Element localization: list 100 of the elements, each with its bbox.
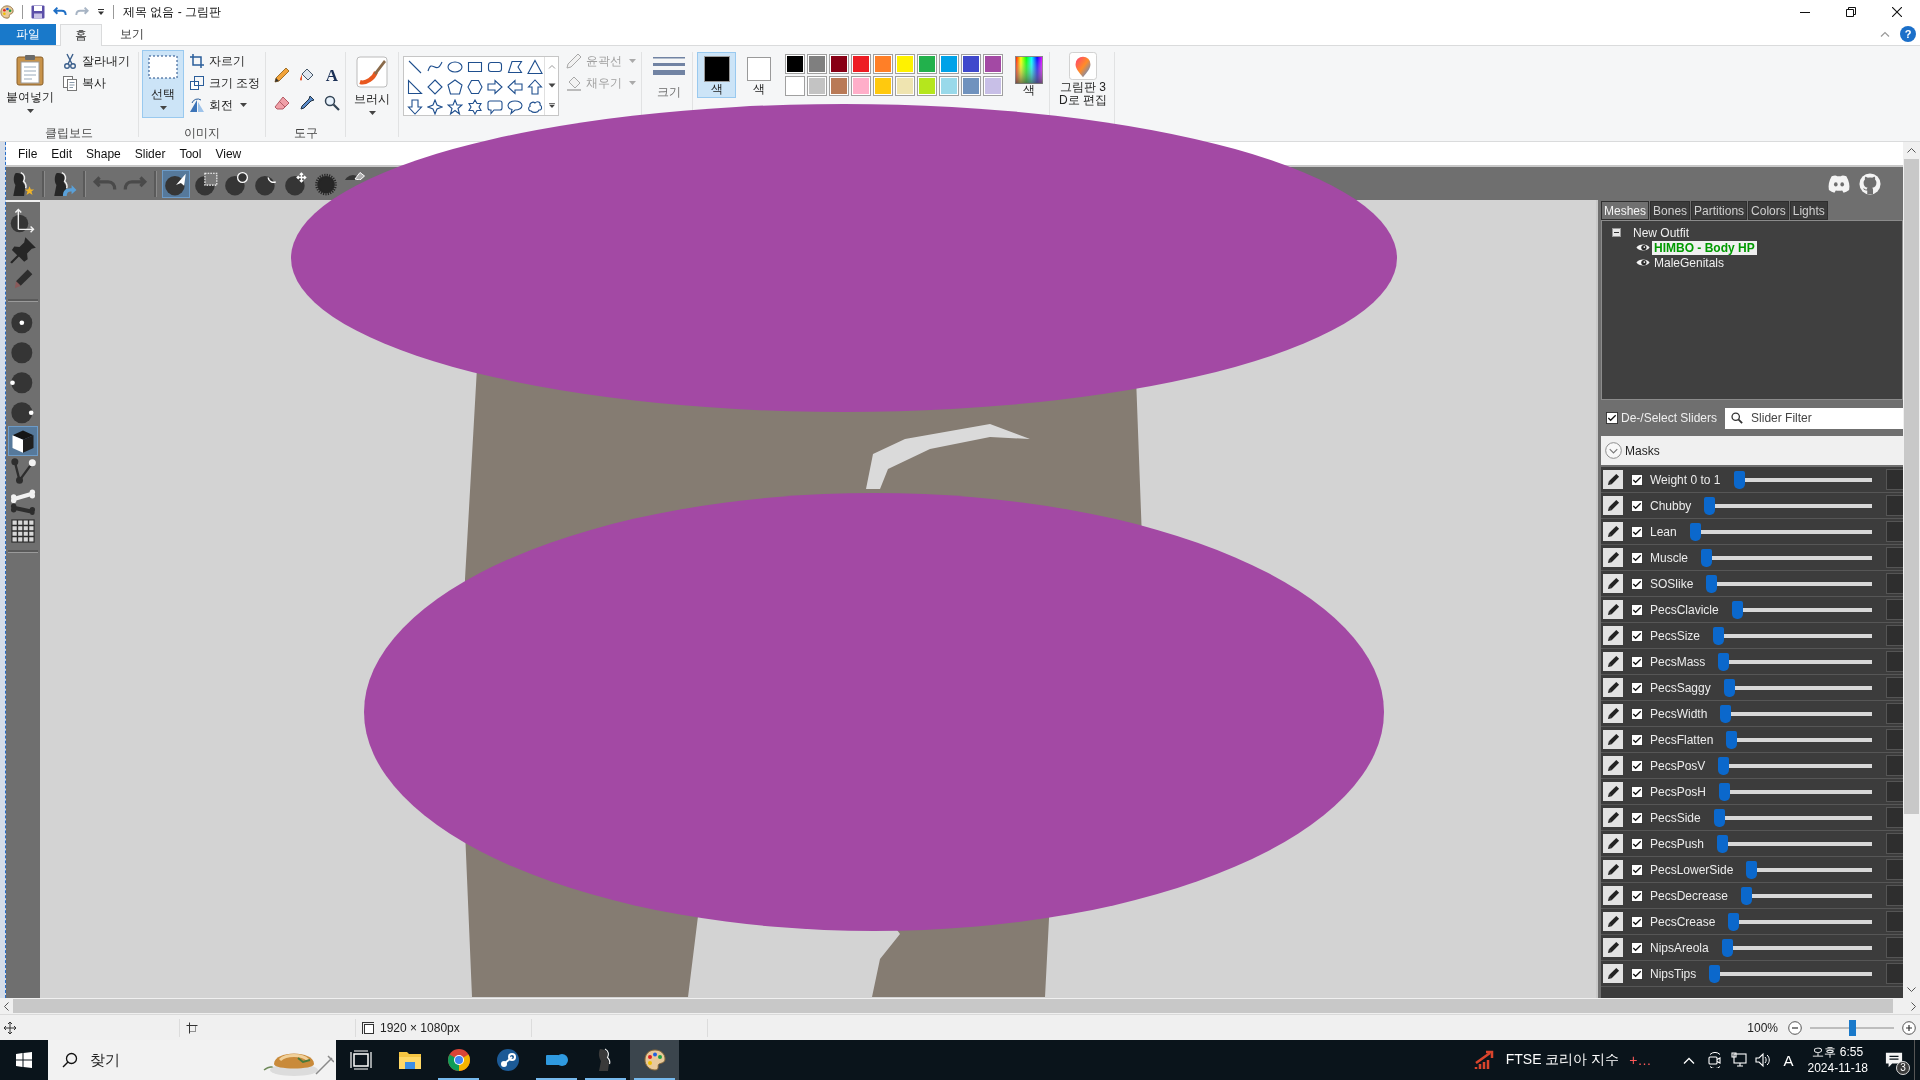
eraser-icon[interactable]	[274, 95, 290, 111]
color-swatch[interactable]	[982, 76, 1003, 96]
hexagon-shape-icon[interactable]	[467, 79, 483, 95]
bones-icon[interactable]	[9, 487, 37, 515]
slider-thumb[interactable]	[1701, 548, 1712, 567]
slider-track[interactable]	[1720, 704, 1872, 723]
tree-item[interactable]: New Outfit	[1631, 225, 1691, 240]
panel-tab[interactable]: Partitions	[1691, 201, 1748, 220]
scroll-down-icon[interactable]	[547, 83, 556, 89]
magnifier-icon[interactable]	[324, 95, 340, 111]
edit-slider-button[interactable]	[1603, 912, 1623, 931]
slider-track[interactable]	[1713, 808, 1872, 827]
checkbox[interactable]	[1606, 412, 1618, 424]
color-swatch[interactable]	[784, 76, 805, 96]
input-mode-indicator[interactable]: A	[1783, 1051, 1794, 1069]
group-header[interactable]: Masks	[1601, 436, 1903, 465]
color-swatch[interactable]	[806, 76, 827, 96]
color-swatch[interactable]	[850, 76, 871, 96]
grid-icon[interactable]	[9, 517, 37, 545]
cut-button[interactable]: 잘라내기	[59, 50, 133, 72]
value-field[interactable]	[1886, 755, 1903, 776]
checkbox[interactable]	[1631, 759, 1643, 772]
rectangle-shape-icon[interactable]	[467, 59, 483, 75]
cat-circle-icon[interactable]	[1859, 172, 1881, 195]
down-arrow-shape-icon[interactable]	[407, 99, 423, 115]
edit-slider-button[interactable]	[1603, 964, 1623, 983]
slider-track[interactable]	[1706, 574, 1872, 593]
vertical-scrollbar[interactable]	[1903, 142, 1920, 998]
collapse-icon[interactable]	[1612, 228, 1621, 237]
checkbox[interactable]	[1631, 811, 1643, 824]
value-field[interactable]	[1886, 911, 1903, 932]
color-swatch[interactable]	[916, 54, 937, 74]
speaker-icon[interactable]	[1755, 1052, 1772, 1068]
color-swatch[interactable]	[850, 54, 871, 74]
edit-slider-button[interactable]	[1603, 938, 1623, 957]
edit-slider-button[interactable]	[1603, 886, 1623, 905]
four-point-star-icon[interactable]	[427, 99, 443, 115]
chevron-up-icon[interactable]	[1907, 148, 1916, 153]
slider-thumb[interactable]	[1726, 730, 1738, 749]
checkbox[interactable]	[1631, 889, 1643, 902]
menu-item[interactable]: Tool	[172, 146, 209, 161]
paint-3d-button[interactable]: 그림판 3 D로 편집	[1053, 50, 1113, 108]
color-swatch[interactable]	[960, 54, 981, 74]
slider-thumb[interactable]	[1709, 964, 1721, 983]
panel-tab[interactable]: Colors	[1748, 201, 1789, 220]
slider-thumb[interactable]	[1733, 470, 1745, 489]
camera-icon[interactable]	[1707, 1052, 1724, 1068]
widget-change[interactable]: +…	[1629, 1052, 1652, 1068]
monitor-icon[interactable]	[1731, 1052, 1748, 1068]
edit-slider-button[interactable]	[1603, 782, 1623, 801]
chevron-right-icon[interactable]	[1911, 1001, 1916, 1011]
chevron-down-icon[interactable]	[1907, 987, 1916, 992]
edit-slider-button[interactable]	[1603, 470, 1623, 489]
checkbox[interactable]	[1631, 603, 1643, 616]
slider-thumb[interactable]	[1719, 782, 1731, 801]
slider-track[interactable]	[1704, 496, 1872, 515]
slider-track[interactable]	[1709, 964, 1872, 983]
slider-track[interactable]	[1721, 938, 1872, 957]
slider-track[interactable]	[1728, 912, 1872, 931]
value-field[interactable]	[1886, 703, 1903, 724]
slider-thumb[interactable]	[1728, 912, 1740, 931]
select-button[interactable]: 선택	[142, 50, 184, 118]
rounded-rectangle-shape-icon[interactable]	[487, 59, 503, 75]
value-field[interactable]	[1886, 677, 1903, 698]
value-field[interactable]	[1886, 599, 1903, 620]
checkbox[interactable]	[1631, 577, 1643, 590]
edit-slider-button[interactable]	[1603, 496, 1623, 515]
brushes-button[interactable]: 브러시	[348, 50, 396, 122]
slider-track[interactable]	[1713, 626, 1872, 645]
edit-slider-button[interactable]	[1603, 600, 1623, 619]
resize-button[interactable]: 크기 조정	[186, 72, 264, 94]
ball-dashed-square-icon[interactable]	[193, 170, 219, 197]
slider-thumb[interactable]	[1713, 626, 1725, 645]
ball-arrows-icon[interactable]	[283, 170, 309, 197]
value-field[interactable]	[1886, 495, 1903, 516]
edit-slider-button[interactable]	[1603, 522, 1623, 541]
rounded-callout-icon[interactable]	[487, 99, 503, 115]
checkbox[interactable]	[1631, 629, 1643, 642]
value-field[interactable]	[1886, 963, 1903, 984]
notifications-button[interactable]: 3	[1876, 1040, 1912, 1080]
value-field[interactable]	[1886, 885, 1903, 906]
slider-track[interactable]	[1718, 652, 1872, 671]
checkbox[interactable]	[1631, 655, 1643, 668]
panel-tab[interactable]: Lights	[1789, 201, 1828, 220]
axes-arrows-icon[interactable]	[9, 206, 37, 234]
value-field[interactable]	[1886, 547, 1903, 568]
slider-track[interactable]	[1741, 886, 1872, 905]
slider-track[interactable]	[1731, 600, 1872, 619]
ball-cursor-icon[interactable]	[163, 170, 189, 197]
value-field[interactable]	[1886, 729, 1903, 750]
paste-button[interactable]: 붙여넣기	[3, 50, 57, 122]
slider-thumb[interactable]	[1717, 834, 1729, 853]
color-swatch[interactable]	[960, 76, 981, 96]
edit-slider-button[interactable]	[1603, 704, 1623, 723]
checkbox[interactable]	[1631, 785, 1643, 798]
color-swatch[interactable]	[806, 54, 827, 74]
color-swatch[interactable]	[784, 54, 805, 74]
value-field[interactable]	[1886, 521, 1903, 542]
right-arrow-shape-icon[interactable]	[487, 79, 503, 95]
taskbar-button[interactable]	[630, 1040, 679, 1080]
